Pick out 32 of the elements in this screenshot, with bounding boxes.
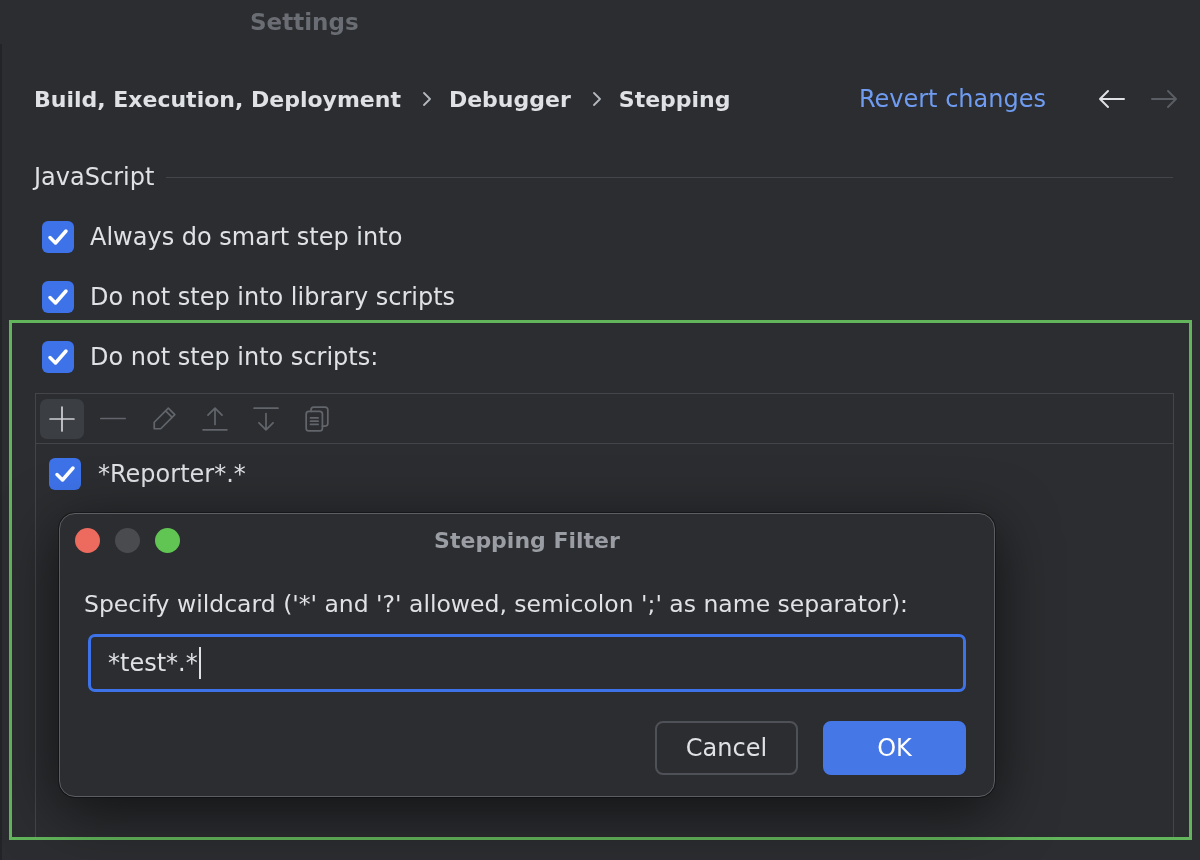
arrow-down-icon [253, 405, 279, 432]
chevron-icon [592, 92, 601, 106]
option-label: Do not step into scripts: [90, 343, 379, 371]
checkbox[interactable] [42, 281, 74, 313]
breadcrumb-item: Build, Execution, Deployment [34, 86, 401, 112]
ok-button[interactable]: OK [823, 721, 966, 775]
prompt-text: Specify wildcard ('*' and '?' allowed, semicolon ';' as name separator): [84, 591, 909, 617]
chevron-icon [422, 92, 431, 106]
close-icon[interactable] [75, 527, 100, 553]
option-label: Always do smart step into [90, 223, 403, 251]
minus-icon [100, 417, 126, 420]
arrow-left-icon[interactable] [1098, 89, 1125, 109]
checkbox[interactable] [42, 341, 74, 373]
option-label: Do not step into library scripts [90, 283, 456, 311]
revert-link[interactable]: Revert changes [858, 85, 1046, 113]
copy-icon [304, 405, 330, 432]
arrow-up-icon [202, 405, 228, 432]
text-caret-icon [198, 647, 201, 679]
pencil-icon [151, 405, 177, 432]
add-button[interactable] [40, 398, 84, 439]
script-pattern: *Reporter*.* [98, 460, 246, 488]
checkbox[interactable] [42, 221, 74, 253]
cancel-button[interactable]: Cancel [655, 721, 798, 775]
checkbox[interactable] [49, 458, 81, 490]
section-title: JavaScript [34, 163, 155, 191]
zoom-icon[interactable] [155, 527, 180, 553]
breadcrumb-item: Stepping [618, 86, 731, 112]
plus-icon [49, 405, 75, 432]
window-title: Settings [250, 9, 359, 35]
dialog-title: Stepping Filter [434, 527, 620, 553]
wildcard-input[interactable]: *test*.* [88, 634, 966, 692]
breadcrumb-item: Debugger [448, 86, 571, 112]
